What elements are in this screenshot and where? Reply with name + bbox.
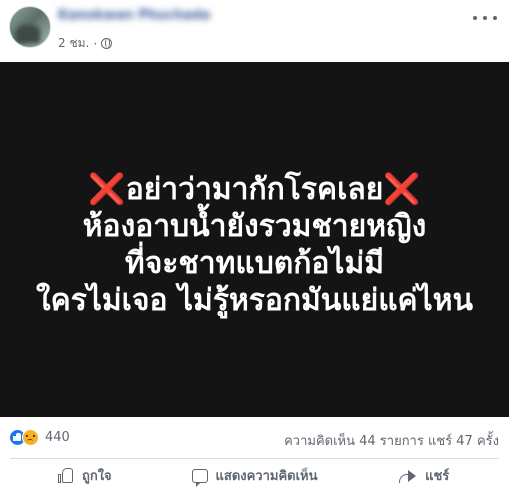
post-image[interactable]: ❌อย่าว่ามากักโรคเลย❌ ห้องอาบน้ำยังรวมชาย… xyxy=(0,62,509,417)
author-avatar[interactable] xyxy=(9,6,51,48)
cross-mark-icon: ❌ xyxy=(88,172,126,207)
image-text-line-1-body: อย่าว่ามากักโรคเลย xyxy=(125,172,384,207)
post-meta: 2 ชม. · xyxy=(58,34,113,53)
comments-shares-count[interactable]: ความคิดเห็น 44 รายการ แชร์ 47 ครั้ง xyxy=(284,430,499,451)
share-label: แชร์ xyxy=(425,469,450,484)
more-dot xyxy=(493,16,497,20)
globe-icon xyxy=(101,38,113,49)
image-text-line-2: ห้องอาบน้ำยังรวมชายหญิง xyxy=(82,209,427,244)
post-header: Kanokwan Phuchada 2 ชม. · xyxy=(0,0,509,62)
comment-label: แสดงความคิดเห็น xyxy=(215,469,318,484)
post-stats: 440 ความคิดเห็น 44 รายการ แชร์ 47 ครั้ง xyxy=(0,418,509,456)
author-name[interactable]: Kanokwan Phuchada xyxy=(58,8,210,23)
cross-mark-icon: ❌ xyxy=(383,172,421,207)
thumbs-up-icon xyxy=(57,468,74,483)
sad-icon xyxy=(22,429,39,446)
post-actions: ถูกใจ แสดงความคิดเห็น แชร์ xyxy=(0,460,509,491)
reaction-count: 440 xyxy=(45,430,70,445)
more-options-icon[interactable] xyxy=(473,10,497,26)
comment-button[interactable]: แสดงความคิดเห็น xyxy=(170,460,340,491)
more-dot xyxy=(473,16,477,20)
share-icon xyxy=(399,469,417,483)
divider xyxy=(10,458,499,459)
image-text-line-1: ❌อย่าว่ามากักโรคเลย❌ xyxy=(0,171,509,209)
comment-icon xyxy=(191,468,208,487)
image-text-line-4: ใครไม่เจอ ไม่รู้หรอกมันแย่แค่ไหน xyxy=(35,283,473,318)
share-button[interactable]: แชร์ xyxy=(339,460,509,491)
meta-separator: · xyxy=(93,36,98,51)
more-dot xyxy=(483,16,487,20)
image-text-line-3: ที่จะชาทแบตก้อไม่มี xyxy=(124,246,385,281)
post-time[interactable]: 2 ชม. xyxy=(58,34,89,53)
reactions-summary[interactable]: 440 xyxy=(9,429,70,446)
facebook-post: Kanokwan Phuchada 2 ชม. · ❌อย่าว่ามากักโ… xyxy=(0,0,509,491)
like-label: ถูกใจ xyxy=(81,469,112,484)
like-button[interactable]: ถูกใจ xyxy=(0,460,170,491)
